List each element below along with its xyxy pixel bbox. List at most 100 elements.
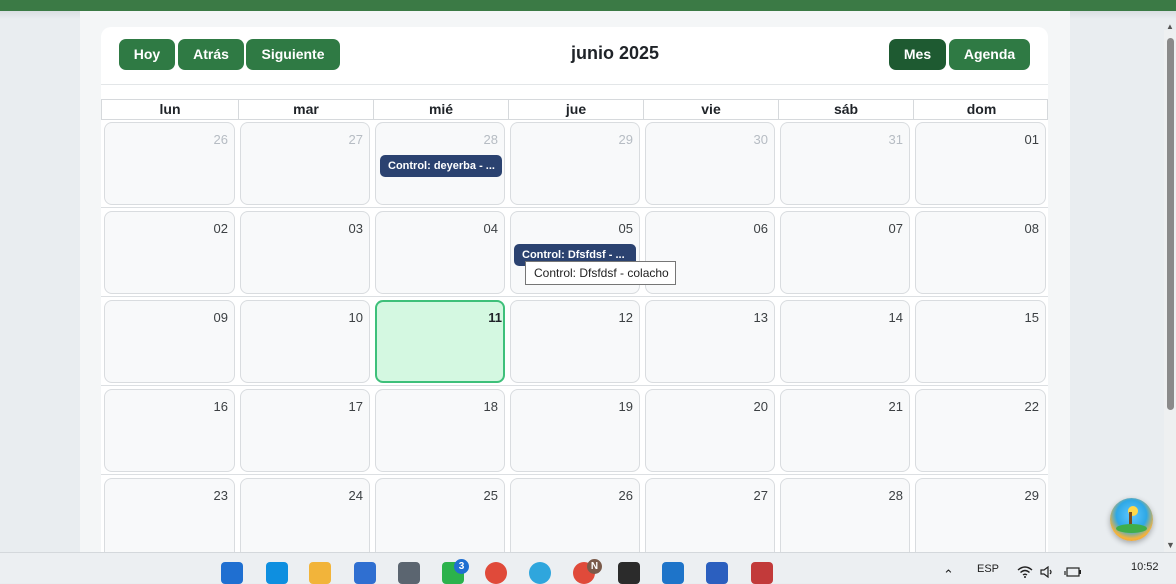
volume-icon[interactable] xyxy=(1040,565,1054,581)
day-cell[interactable]: 26 xyxy=(104,122,235,205)
day-cell[interactable]: 16 xyxy=(104,389,235,472)
back-button[interactable]: Atrás xyxy=(178,39,244,70)
calculator-icon[interactable] xyxy=(398,562,420,584)
day-number: 26 xyxy=(213,132,228,147)
day-cell[interactable]: 15 xyxy=(915,300,1046,383)
weekday-label: jue xyxy=(508,100,643,119)
weekday-label: dom xyxy=(913,100,1049,119)
day-cell[interactable]: 12 xyxy=(510,300,640,383)
profile-badge: N xyxy=(587,559,602,574)
week-divider xyxy=(101,474,1048,475)
week-divider xyxy=(101,385,1048,386)
chrome-icon[interactable] xyxy=(485,562,507,584)
today-button[interactable]: Hoy xyxy=(119,39,175,70)
weekday-label: sáb xyxy=(778,100,913,119)
day-cell[interactable]: 27 xyxy=(240,122,370,205)
day-number: 20 xyxy=(753,399,768,414)
windows-start-icon[interactable] xyxy=(221,562,243,584)
vscode-icon[interactable] xyxy=(662,562,684,584)
day-cell[interactable]: 29 xyxy=(915,478,1046,561)
day-number: 05 xyxy=(618,221,633,236)
month-grid: 26 27 28 29 30 31 01 02 03 04 05 06 07 08 09 10 11 12 13 14… xyxy=(101,120,1048,561)
language-indicator[interactable]: ESP xyxy=(977,563,999,575)
day-cell[interactable]: 02 xyxy=(104,211,235,294)
day-number: 27 xyxy=(348,132,363,147)
day-number: 28 xyxy=(483,132,498,147)
weekday-label: mié xyxy=(373,100,508,119)
weekday-label: mar xyxy=(238,100,373,119)
day-number: 28 xyxy=(888,488,903,503)
day-number: 09 xyxy=(213,310,228,325)
day-cell[interactable]: 31 xyxy=(780,122,910,205)
day-cell[interactable]: 18 xyxy=(375,389,505,472)
day-cell[interactable]: 09 xyxy=(104,300,235,383)
day-number: 26 xyxy=(618,488,633,503)
day-cell[interactable]: 07 xyxy=(780,211,910,294)
toolbar-divider xyxy=(101,84,1048,85)
day-number: 17 xyxy=(348,399,363,414)
battery-icon[interactable] xyxy=(1064,566,1082,581)
scroll-up-arrow-icon[interactable]: ▲ xyxy=(1166,22,1174,31)
day-number: 10 xyxy=(348,310,363,325)
day-number: 25 xyxy=(483,488,498,503)
edge-copilot-icon[interactable] xyxy=(266,562,288,584)
chat-assistant-button[interactable] xyxy=(1110,498,1153,541)
day-cell[interactable]: 10 xyxy=(240,300,370,383)
day-cell[interactable]: 21 xyxy=(780,389,910,472)
week-divider xyxy=(101,207,1048,208)
terminal-icon[interactable] xyxy=(618,562,640,584)
day-number: 18 xyxy=(483,399,498,414)
day-number: 07 xyxy=(888,221,903,236)
day-number: 14 xyxy=(888,310,903,325)
day-number: 13 xyxy=(753,310,768,325)
snipping-tool-icon[interactable] xyxy=(751,562,773,584)
day-cell[interactable]: 29 xyxy=(510,122,640,205)
day-cell[interactable]: 01 xyxy=(915,122,1046,205)
island-icon xyxy=(1116,524,1147,533)
calendar-event[interactable]: Control: deyerba - ... xyxy=(380,155,502,177)
scroll-down-arrow-icon[interactable]: ▼ xyxy=(1166,540,1175,550)
day-cell[interactable]: 23 xyxy=(104,478,235,561)
day-number: 16 xyxy=(213,399,228,414)
file-explorer-icon[interactable] xyxy=(309,562,331,584)
day-number: 02 xyxy=(213,221,228,236)
day-cell[interactable]: 14 xyxy=(780,300,910,383)
day-number: 22 xyxy=(1024,399,1039,414)
day-number: 01 xyxy=(1024,132,1039,147)
day-number: 19 xyxy=(618,399,633,414)
day-number: 12 xyxy=(618,310,633,325)
day-cell[interactable]: 22 xyxy=(915,389,1046,472)
word-icon[interactable] xyxy=(706,562,728,584)
day-cell[interactable]: 19 xyxy=(510,389,640,472)
day-cell[interactable]: 04 xyxy=(375,211,505,294)
day-cell[interactable]: 24 xyxy=(240,478,370,561)
edge-icon[interactable] xyxy=(529,562,551,584)
day-cell[interactable]: 28 xyxy=(780,478,910,561)
weekday-label: vie xyxy=(643,100,778,119)
day-number: 03 xyxy=(348,221,363,236)
day-cell[interactable]: 11 xyxy=(375,300,505,383)
scrollbar-thumb[interactable] xyxy=(1167,38,1174,410)
day-cell[interactable]: 20 xyxy=(645,389,775,472)
day-number: 31 xyxy=(888,132,903,147)
chevron-up-icon[interactable]: ⌃ xyxy=(943,567,954,583)
agenda-view-button[interactable]: Agenda xyxy=(949,39,1030,70)
day-cell[interactable]: 03 xyxy=(240,211,370,294)
clock-time[interactable]: 10:52 xyxy=(1131,561,1159,573)
day-cell[interactable]: 08 xyxy=(915,211,1046,294)
day-cell[interactable]: 26 xyxy=(510,478,640,561)
day-number: 24 xyxy=(348,488,363,503)
wifi-icon[interactable] xyxy=(1017,566,1033,581)
weekday-label: lun xyxy=(159,101,181,117)
day-cell[interactable]: 13 xyxy=(645,300,775,383)
app-header-bar xyxy=(0,0,1176,11)
day-cell[interactable]: 27 xyxy=(645,478,775,561)
day-number: 29 xyxy=(618,132,633,147)
microsoft-store-icon[interactable] xyxy=(354,562,376,584)
day-cell[interactable]: 25 xyxy=(375,478,505,561)
day-cell[interactable]: 17 xyxy=(240,389,370,472)
next-button[interactable]: Siguiente xyxy=(246,39,340,70)
month-view-button[interactable]: Mes xyxy=(889,39,946,70)
day-cell[interactable]: 30 xyxy=(645,122,775,205)
day-number: 11 xyxy=(488,310,502,325)
